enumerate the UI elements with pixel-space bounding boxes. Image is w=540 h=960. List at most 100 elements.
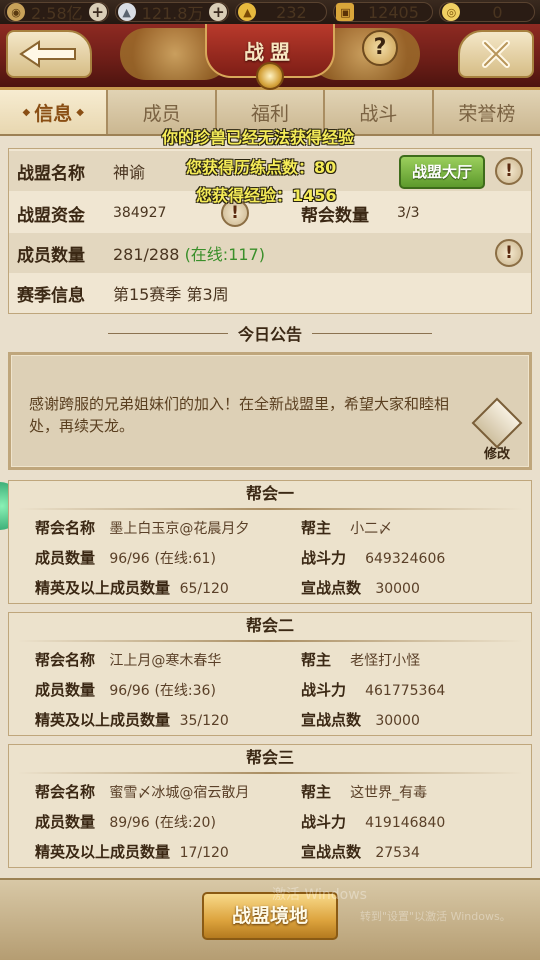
guild-card-2: 帮会二 帮会名称 江上月@寒木春华 帮主 老怪打小怪 成员数量 96/96 (在… — [8, 612, 532, 736]
alliance-name-label: 战盟名称 — [17, 163, 85, 184]
guild-members-value: 96/96 — [109, 551, 150, 567]
brush-icon — [471, 397, 523, 449]
guild-power-label: 战斗力 — [301, 549, 347, 567]
guild-name-value: 江上月@寒木春华 — [109, 653, 222, 669]
alliance-funds-value: 384927 — [113, 205, 167, 221]
currency-gold-ingot: ▲ 232 — [235, 2, 328, 22]
guild-divider — [17, 508, 523, 510]
guild-war-value: 30000 — [375, 581, 420, 597]
tab-honor-label: 荣誉榜 — [458, 102, 516, 125]
divider-right — [312, 332, 432, 334]
currency-coin: ◉ 2.58亿 + — [4, 2, 109, 23]
page-title: 战盟 — [205, 24, 335, 90]
header: 战盟 ? — [0, 24, 540, 90]
guild-elite-label: 精英及以上成员数量 — [35, 579, 171, 597]
guild-power-cell: 战斗力 649324606 — [301, 547, 445, 568]
alliance-name-value: 神谕 — [113, 163, 146, 182]
alliance-funds-label: 战盟资金 — [17, 205, 85, 226]
guild-power-label: 战斗力 — [301, 681, 347, 699]
season-label: 赛季信息 — [17, 285, 85, 306]
guild-power-cell: 战斗力 461775364 — [301, 679, 445, 700]
tab-honor[interactable]: 荣誉榜 — [433, 90, 540, 134]
tab-arrow-right-icon: ◆ — [76, 106, 84, 118]
guild-elite-value: 17/120 — [179, 845, 229, 861]
guild-members-label: 成员数量 — [35, 681, 96, 699]
help-button[interactable]: ? — [362, 30, 398, 66]
info-row-season: 赛季信息 第15赛季 第3周 — [9, 273, 531, 313]
announcement-title: 今日公告 — [237, 325, 302, 344]
season-value: 第15赛季 第3周 — [113, 285, 229, 304]
guild-name-cell: 帮会名称 蜜雪〆冰城@宿云散月 — [35, 781, 249, 802]
guild-elite-label: 精英及以上成员数量 — [35, 711, 171, 729]
announcement-heading: 今日公告 — [0, 318, 540, 348]
currency-bar: ◉ 2.58亿 + ▲ 121.8万 + ▲ 232 ▣ 12405 ◎ 0 — [0, 0, 540, 24]
guild-power-cell: 战斗力 419146840 — [301, 811, 445, 832]
guild-count-value: 3/3 — [397, 205, 420, 221]
guild-card-1: 帮会一 帮会名称 墨上白玉京@花晨月夕 帮主 小二〆 成员数量 96/96 (在… — [8, 480, 532, 604]
guild-war-label: 宣战点数 — [301, 711, 362, 729]
coin-icon: ◉ — [7, 3, 25, 21]
edit-announcement-button[interactable]: 修改 — [471, 397, 523, 462]
guild-members-value: 89/96 — [109, 815, 150, 831]
guild-war-value: 30000 — [375, 713, 420, 729]
guild-war-label: 宣战点数 — [301, 843, 362, 861]
currency-gold-coin-value: 0 — [492, 2, 503, 22]
guild-war-cell: 宣战点数 30000 — [301, 577, 420, 598]
guild-members-value: 96/96 — [109, 683, 150, 699]
silver-ingot-icon: ▲ — [117, 3, 136, 21]
alliance-hall-button[interactable]: 战盟大厅 — [399, 155, 485, 189]
back-button[interactable] — [6, 30, 92, 78]
guild-power-value: 649324606 — [365, 551, 446, 567]
guild-elite-cell: 精英及以上成员数量 65/120 — [35, 577, 229, 598]
add-silver-button[interactable]: + — [209, 3, 228, 21]
guild-leader-label: 帮主 — [301, 519, 332, 537]
currency-gold-coin: ◎ 0 — [439, 2, 536, 22]
guild-name-label: 帮会名称 — [35, 519, 96, 537]
system-message-training-points: 您获得历练点数：80 — [186, 158, 337, 177]
guild-online-value: (在线:20) — [154, 815, 216, 831]
guild-leader-cell: 帮主 小二〆 — [301, 517, 392, 538]
guild-title: 帮会三 — [245, 748, 294, 767]
currency-gold-ingot-value: 232 — [276, 2, 307, 22]
close-icon — [482, 40, 510, 68]
title-gem-icon — [256, 62, 284, 90]
announcement-text: 感谢跨服的兄弟姐妹们的加入！在全新战盟里，希望大家和睦相处，再续天龙。 — [29, 395, 450, 435]
tab-info[interactable]: ◆ 信息 ◆ — [0, 90, 109, 134]
currency-silver-value: 121.8万 — [141, 4, 204, 23]
currency-chest: ▣ 12405 — [333, 2, 434, 22]
gold-ingot-icon: ▲ — [238, 3, 257, 21]
system-message-exp: 您获得经验：1456 — [196, 186, 337, 205]
member-count-label: 成员数量 — [17, 245, 85, 266]
gold-coin-icon: ◎ — [442, 3, 461, 21]
guild-online-value: (在线:36) — [154, 683, 216, 699]
tab-members-label: 成员 — [142, 102, 181, 125]
guild-elite-value: 65/120 — [179, 581, 229, 597]
guild-war-label: 宣战点数 — [301, 579, 362, 597]
guild-power-value: 461775364 — [365, 683, 446, 699]
member-count-value: 281/288 — [113, 245, 180, 264]
guild-power-value: 419146840 — [365, 815, 446, 831]
guild-name-label: 帮会名称 — [35, 651, 96, 669]
divider-left — [107, 332, 228, 334]
page-title-text: 战盟 — [244, 39, 296, 64]
guild-elite-label: 精英及以上成员数量 — [35, 843, 171, 861]
system-message-pet-exp: 你的珍兽已经无法获得经验 — [162, 128, 355, 147]
name-info-icon[interactable]: ! — [495, 157, 523, 185]
guild-card-3: 帮会三 帮会名称 蜜雪〆冰城@宿云散月 帮主 这世界_有毒 成员数量 89/96… — [8, 744, 532, 868]
treasure-chest-icon: ▣ — [336, 3, 355, 21]
guild-elite-cell: 精英及以上成员数量 17/120 — [35, 841, 229, 862]
guild-title: 帮会一 — [245, 484, 294, 503]
close-button[interactable] — [458, 30, 534, 78]
currency-chest-value: 12405 — [368, 2, 419, 22]
guild-elite-cell: 精英及以上成员数量 35/120 — [35, 709, 229, 730]
guild-online-value: (在线:61) — [154, 551, 216, 567]
members-info-icon[interactable]: ! — [495, 239, 523, 267]
back-arrow-icon — [19, 40, 76, 68]
os-watermark: 激活 Windows — [272, 887, 367, 903]
member-count-value-wrap: 281/288 (在线:117) — [113, 241, 265, 265]
announcement-box: 感谢跨服的兄弟姐妹们的加入！在全新战盟里，希望大家和睦相处，再续天龙。 修改 — [8, 352, 532, 470]
guild-leader-value: 小二〆 — [350, 521, 393, 537]
guild-members-cell: 成员数量 96/96 (在线:36) — [35, 679, 216, 700]
guild-members-label: 成员数量 — [35, 813, 96, 831]
add-coin-button[interactable]: + — [88, 3, 107, 21]
